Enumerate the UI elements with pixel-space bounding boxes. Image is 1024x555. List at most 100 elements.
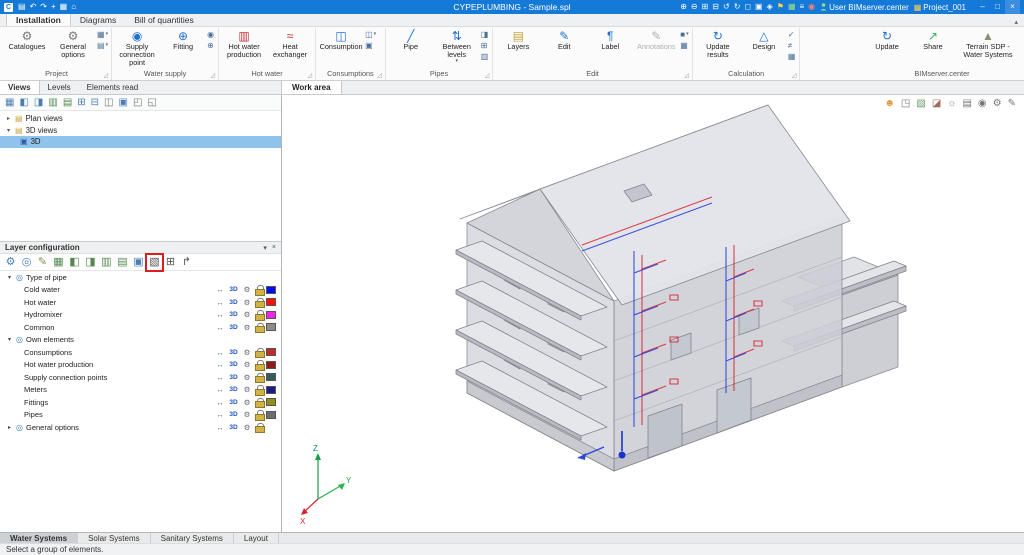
quick-access-icon[interactable]: ↶	[30, 0, 37, 14]
layer-row[interactable]: ◎ Hot water ↔ 3D ⚙	[0, 296, 281, 309]
ribbon-collapse-icon[interactable]: ▴	[1008, 18, 1024, 26]
collapse-arrow-icon[interactable]: ▾	[5, 127, 12, 134]
annotations-button[interactable]: ✎ Annotations	[634, 28, 678, 51]
heat-exchanger-button[interactable]: ≈ Heat exchanger	[268, 28, 312, 59]
aux-tool-button[interactable]: ▤▾	[97, 41, 108, 50]
viewport-tool-icon[interactable]: ☻	[884, 98, 895, 110]
layer-settings-icon[interactable]: ⚙	[242, 348, 252, 357]
aux-tool-button[interactable]: ✓	[788, 30, 797, 39]
layer-tool-icon[interactable]: ▥	[100, 256, 113, 269]
dialog-launcher-icon[interactable]: ◿	[307, 72, 312, 79]
aux-tool-button[interactable]: ▦▾	[97, 30, 108, 39]
tab-diagrams[interactable]: Diagrams	[71, 14, 125, 26]
aux-tool-button[interactable]: ◉	[207, 30, 215, 39]
layer-fit-icon[interactable]: ↔	[215, 373, 225, 382]
layer-fit-icon[interactable]: ↔	[215, 348, 225, 357]
layer-color-swatch[interactable]	[266, 348, 276, 356]
layer-fit-icon[interactable]: ↔	[215, 310, 225, 319]
layer-settings-icon[interactable]: ⚙	[242, 385, 252, 394]
aux-tool-button[interactable]: ▣	[365, 41, 376, 50]
quick-access-icon[interactable]: +	[51, 0, 56, 14]
layer-3d-toggle[interactable]: 3D	[228, 349, 239, 356]
layer-lock-icon[interactable]	[255, 373, 263, 382]
titlebar-tool-icon[interactable]: ◈	[767, 0, 773, 14]
bimserver-user[interactable]: User BIMserver.center	[820, 3, 909, 12]
tab-solar-systems[interactable]: Solar Systems	[78, 533, 151, 543]
layer-tool-icon[interactable]: ▣	[132, 256, 145, 269]
aux-tool-button[interactable]: ▦	[680, 41, 689, 50]
layer-3d-toggle[interactable]: 3D	[228, 386, 239, 393]
tab-views[interactable]: Views	[0, 81, 40, 94]
tab-sanitary-systems[interactable]: Sanitary Systems	[151, 533, 234, 543]
design-button[interactable]: △ Design	[742, 28, 786, 51]
layer-settings-icon[interactable]: ⚙	[242, 323, 252, 332]
layer-lock-icon[interactable]	[255, 423, 263, 432]
layer-color-swatch[interactable]	[266, 311, 276, 319]
views-tool-icon[interactable]: ▦	[5, 96, 14, 110]
layer-lock-icon[interactable]	[255, 323, 263, 332]
layer-lock-icon[interactable]	[255, 385, 263, 394]
views-tool-icon[interactable]: ⊟	[91, 96, 99, 110]
catalogues-button[interactable]: ⚙ Catalogues	[5, 28, 49, 51]
layer-settings-icon[interactable]: ⚙	[242, 398, 252, 407]
update-results-button[interactable]: ↻ Update results	[696, 28, 740, 59]
layer-tool-icon[interactable]: ⚙	[4, 256, 17, 269]
viewport-tool-icon[interactable]: ◪	[932, 98, 941, 110]
layer-tool-icon[interactable]: ▧	[148, 256, 161, 269]
quick-access-icon[interactable]: ▤	[18, 0, 26, 14]
panel-menu-icon[interactable]: ▾	[263, 244, 267, 252]
layer-3d-toggle[interactable]: 3D	[228, 374, 239, 381]
layer-tool-icon[interactable]: ◧	[68, 256, 81, 269]
layer-tool-icon[interactable]: ✎	[36, 256, 49, 269]
aux-tool-button[interactable]: ▥	[481, 52, 490, 61]
dialog-launcher-icon[interactable]: ◿	[485, 72, 490, 79]
layer-lock-icon[interactable]	[255, 348, 263, 357]
layer-lock-icon[interactable]	[255, 285, 263, 294]
quick-access-icon[interactable]: ⌂	[71, 0, 76, 14]
viewport-tool-icon[interactable]: ▤	[962, 98, 971, 110]
layer-3d-toggle[interactable]: 3D	[228, 424, 239, 431]
aux-tool-button[interactable]: ⊕	[207, 41, 215, 50]
layer-row[interactable]: ▸ ◎ General options ↔ 3D ⚙	[0, 421, 281, 434]
maximize-button[interactable]: □	[990, 0, 1005, 14]
titlebar-tool-icon[interactable]: ↻	[734, 0, 741, 14]
fitting-button[interactable]: ⊕ Fitting	[161, 28, 205, 51]
layer-lock-icon[interactable]	[255, 310, 263, 319]
titlebar-tool-icon[interactable]: ◉	[808, 0, 815, 14]
quick-access-icon[interactable]: ↷	[40, 0, 47, 14]
views-tool-icon[interactable]: ▤	[63, 96, 72, 110]
titlebar-tool-icon[interactable]: ⊖	[691, 0, 698, 14]
titlebar-tool-icon[interactable]: ◻	[744, 0, 751, 14]
views-tool-icon[interactable]: ◰	[133, 96, 142, 110]
layer-lock-icon[interactable]	[255, 360, 263, 369]
tab-levels[interactable]: Levels	[40, 81, 79, 94]
layer-row[interactable]: ◎ Hot water production ↔ 3D ⚙	[0, 359, 281, 372]
viewport-tool-icon[interactable]: ◳	[901, 98, 910, 110]
layer-fit-icon[interactable]: ↔	[215, 323, 225, 332]
layer-lock-icon[interactable]	[255, 398, 263, 407]
layer-3d-toggle[interactable]: 3D	[228, 324, 239, 331]
expand-arrow-icon[interactable]: ▸	[6, 424, 13, 431]
between-levels-button[interactable]: ⇅ Between levels ▾	[435, 28, 479, 64]
titlebar-tool-icon[interactable]: ≡	[800, 0, 805, 14]
layer-color-swatch[interactable]	[266, 398, 276, 406]
general-options-button[interactable]: ⚙ General options	[51, 28, 95, 59]
layer-settings-icon[interactable]: ⚙	[242, 310, 252, 319]
layer-settings-icon[interactable]: ⚙	[242, 410, 252, 419]
hot-water-production-button[interactable]: ▥ Hot water production	[222, 28, 266, 59]
terrain-sdp-button[interactable]: ▲ Terrain SDP - Water Systems	[957, 28, 1019, 59]
work-area-tab[interactable]: Work area	[282, 81, 342, 94]
layer-3d-toggle[interactable]: 3D	[228, 286, 239, 293]
layer-tool-icon[interactable]: ◨	[84, 256, 97, 269]
layer-tool-icon[interactable]: ▦	[52, 256, 65, 269]
layer-lock-icon[interactable]	[255, 298, 263, 307]
viewport-tool-icon[interactable]: ✎	[1008, 98, 1016, 110]
layer-fit-icon[interactable]: ↔	[215, 285, 225, 294]
titlebar-tool-icon[interactable]: ⊕	[680, 0, 687, 14]
dialog-launcher-icon[interactable]: ◿	[377, 72, 382, 79]
titlebar-tool-icon[interactable]: ▣	[755, 0, 763, 14]
layer-row[interactable]: ▾ ◎ Type of pipe ↔ 3D ⚙	[0, 271, 281, 284]
layer-settings-icon[interactable]: ⚙	[242, 298, 252, 307]
aux-tool-button[interactable]: ◨	[481, 30, 490, 39]
layer-color-swatch[interactable]	[266, 286, 276, 294]
